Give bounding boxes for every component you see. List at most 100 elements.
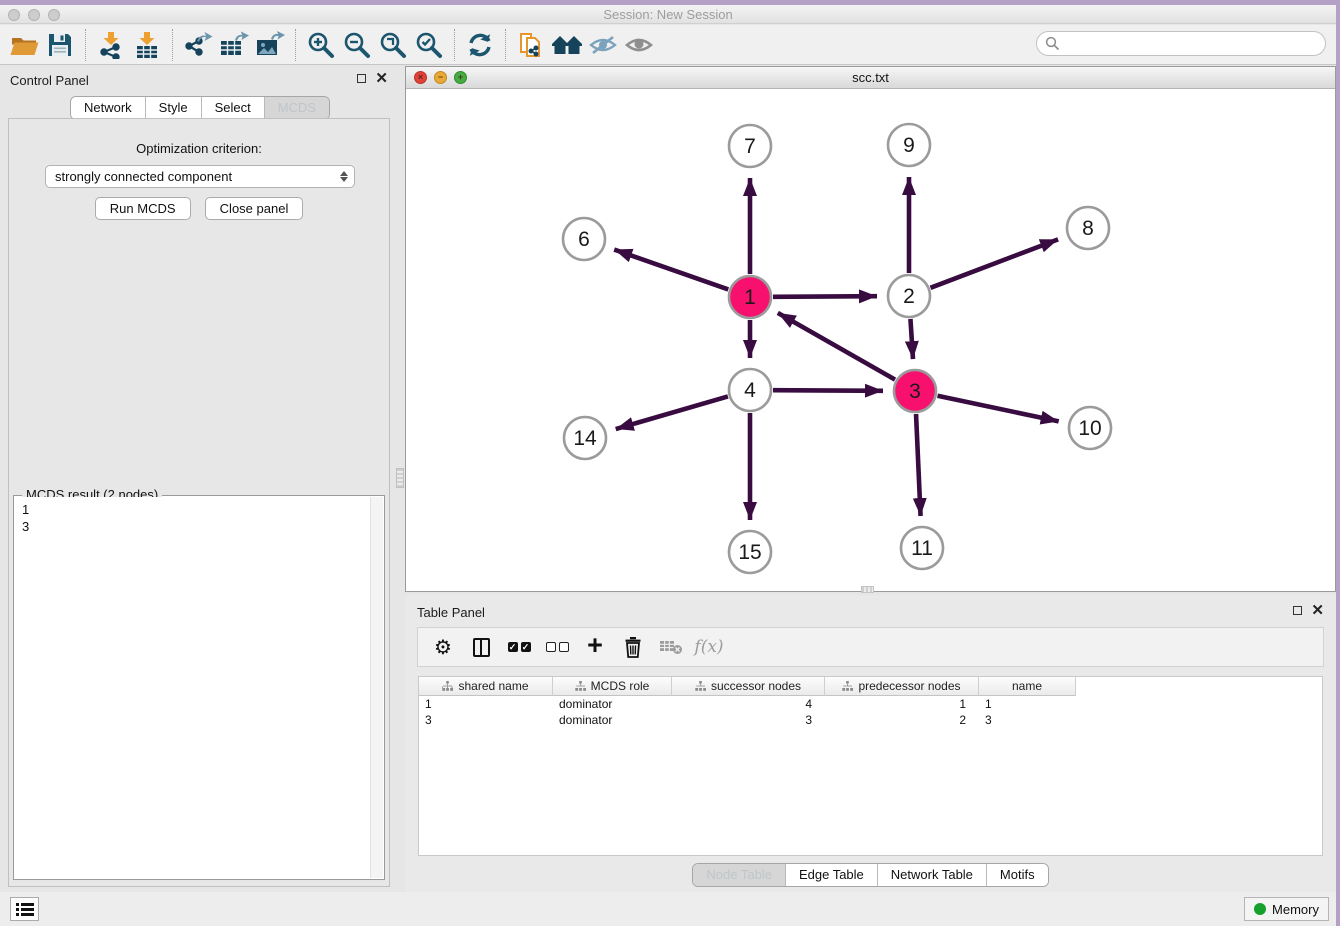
- tab-motifs[interactable]: Motifs: [986, 864, 1048, 886]
- float-panel-icon[interactable]: [1293, 606, 1302, 615]
- unchecked-boxes-icon: [546, 642, 569, 652]
- refresh-icon: [466, 31, 494, 59]
- add-column-button[interactable]: +: [578, 631, 612, 663]
- column-header-mcds-role[interactable]: MCDS role: [553, 677, 672, 696]
- search-input[interactable]: [1036, 31, 1326, 56]
- import-table-button[interactable]: [129, 28, 165, 62]
- close-window-button[interactable]: [8, 9, 20, 21]
- network-canvas[interactable]: 7968124314101511: [406, 89, 1335, 591]
- graph-node-label: 15: [738, 541, 761, 564]
- float-panel-icon[interactable]: [357, 74, 366, 83]
- graph-edge-1-2[interactable]: [773, 296, 877, 297]
- import-network-button[interactable]: [93, 28, 129, 62]
- network-frame: × − + scc.txt 7968124314101511: [405, 66, 1336, 592]
- delete-column-button[interactable]: [616, 631, 650, 663]
- node-table: shared name MCDS role successor nodes pr…: [418, 676, 1323, 856]
- close-panel-icon[interactable]: ✕: [375, 73, 388, 84]
- close-panel-button[interactable]: Close panel: [205, 197, 304, 220]
- tab-network-table[interactable]: Network Table: [877, 864, 986, 886]
- clone-network-icon: [517, 30, 545, 60]
- toggle-columns-button[interactable]: [464, 631, 498, 663]
- result-line: 1: [22, 501, 370, 518]
- trash-icon: [623, 636, 643, 658]
- clone-network-button[interactable]: [513, 28, 549, 62]
- tab-edge-table[interactable]: Edge Table: [785, 864, 877, 886]
- function-builder-button[interactable]: f(x): [692, 631, 726, 663]
- houses-icon: [551, 32, 583, 58]
- minimize-window-button[interactable]: [28, 9, 40, 21]
- export-table-button[interactable]: [216, 28, 252, 62]
- column-header-predecessor-nodes[interactable]: predecessor nodes: [825, 677, 979, 696]
- eye-icon: [624, 33, 654, 57]
- settings-gear-button[interactable]: ⚙: [426, 631, 460, 663]
- graph-node-label: 10: [1078, 417, 1101, 440]
- control-panel-title: Control Panel: [10, 73, 89, 88]
- first-neighbors-button[interactable]: [549, 28, 585, 62]
- graph-node-label: 9: [903, 134, 915, 157]
- graph-node-label: 6: [578, 228, 590, 251]
- result-line: 3: [22, 518, 370, 535]
- memory-button[interactable]: Memory: [1244, 897, 1329, 921]
- divider-grip-vertical[interactable]: [396, 468, 404, 488]
- divider-grip-horizontal[interactable]: [861, 586, 874, 593]
- save-floppy-icon: [47, 32, 73, 58]
- table-row[interactable]: 3 dominator 3 2 3: [419, 712, 1322, 728]
- export-network-button[interactable]: [180, 28, 216, 62]
- table-row[interactable]: 1 dominator 4 1 1: [419, 696, 1322, 712]
- column-header-name[interactable]: name: [979, 677, 1076, 696]
- graph-edge-4-14[interactable]: [616, 396, 728, 429]
- frame-maximize-icon[interactable]: +: [454, 71, 467, 84]
- tab-node-table[interactable]: Node Table: [693, 864, 785, 886]
- table-tabgroup: Node Table Edge Table Network Table Moti…: [692, 863, 1048, 887]
- run-mcds-button[interactable]: Run MCDS: [95, 197, 191, 220]
- deselect-all-button[interactable]: [540, 631, 574, 663]
- main-toolbar: [0, 25, 1336, 65]
- zoom-fit-button[interactable]: [375, 28, 411, 62]
- mcds-result-list[interactable]: 1 3: [15, 497, 370, 878]
- zoom-out-button[interactable]: [339, 28, 375, 62]
- zoom-in-button[interactable]: [303, 28, 339, 62]
- zoom-selected-button[interactable]: [411, 28, 447, 62]
- tab-select[interactable]: Select: [201, 97, 264, 119]
- close-panel-icon[interactable]: ✕: [1311, 605, 1324, 616]
- status-bar: Memory: [0, 892, 1336, 926]
- save-session-button[interactable]: [42, 28, 78, 62]
- table-panel: Table Panel ✕ ⚙ ✓✓ +: [405, 595, 1336, 894]
- gear-icon: ⚙: [434, 635, 452, 660]
- toolbar-separator: [172, 29, 173, 61]
- refresh-layout-button[interactable]: [462, 28, 498, 62]
- graph-edge-3-11[interactable]: [916, 414, 921, 516]
- zoom-selected-icon: [415, 31, 443, 59]
- control-panel-header: Control Panel ✕: [0, 66, 400, 94]
- frame-minimize-icon[interactable]: −: [434, 71, 447, 84]
- graph-edge-1-6[interactable]: [614, 250, 728, 290]
- show-all-button[interactable]: [621, 28, 657, 62]
- task-history-button[interactable]: [10, 897, 39, 921]
- export-image-button[interactable]: [252, 28, 288, 62]
- zoom-in-icon: [307, 31, 335, 59]
- toolbar-separator: [505, 29, 506, 61]
- tab-style[interactable]: Style: [145, 97, 201, 119]
- network-frame-titlebar[interactable]: × − + scc.txt: [406, 67, 1335, 89]
- result-scrollbar[interactable]: [370, 497, 383, 878]
- frame-close-icon[interactable]: ×: [414, 71, 427, 84]
- export-table-icon: [219, 31, 249, 59]
- select-all-button[interactable]: ✓✓: [502, 631, 536, 663]
- graph-edge-3-10[interactable]: [938, 396, 1059, 422]
- criterion-select[interactable]: strongly connected component: [45, 165, 355, 188]
- column-header-successor-nodes[interactable]: successor nodes: [672, 677, 825, 696]
- tab-mcds[interactable]: MCDS: [264, 97, 329, 119]
- graph-edge-2-8[interactable]: [931, 239, 1059, 287]
- delete-table-button[interactable]: [654, 631, 688, 663]
- tab-network[interactable]: Network: [71, 97, 145, 119]
- graph-edge-2-3[interactable]: [910, 319, 913, 359]
- column-header-shared-name[interactable]: shared name: [419, 677, 553, 696]
- application-window: Session: New Session: [0, 5, 1336, 926]
- hide-selected-button[interactable]: [585, 28, 621, 62]
- zoom-fit-icon: [379, 31, 407, 59]
- graph-edge-4-3[interactable]: [773, 390, 883, 391]
- toolbar-separator: [295, 29, 296, 61]
- graph-edge-3-1[interactable]: [778, 313, 895, 380]
- zoom-window-button[interactable]: [48, 9, 60, 21]
- open-session-button[interactable]: [6, 28, 42, 62]
